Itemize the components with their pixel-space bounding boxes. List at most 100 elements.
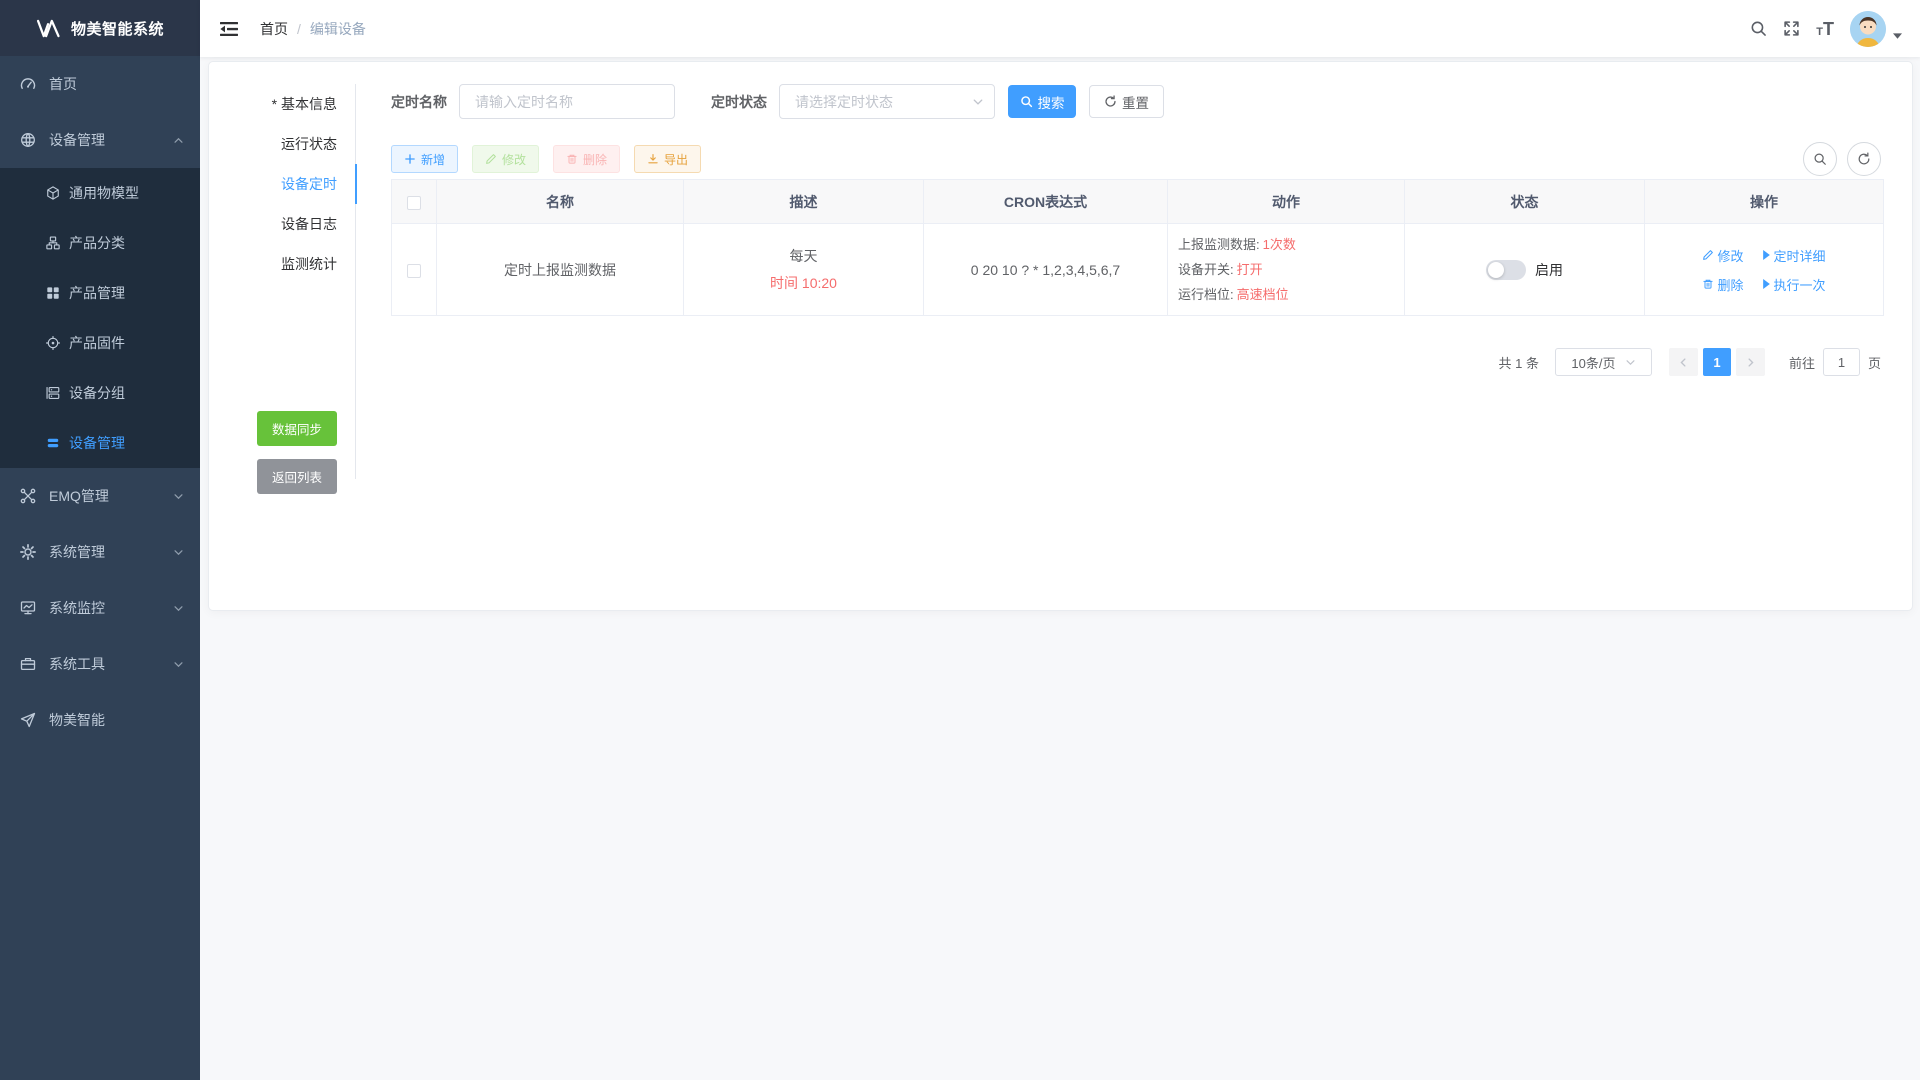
row-timer-detail-link[interactable]: 定时详细 xyxy=(1762,246,1826,265)
edit-pencil-icon xyxy=(485,153,497,165)
edit-pencil-icon xyxy=(1702,249,1714,261)
row-edit-link[interactable]: 修改 xyxy=(1702,246,1743,265)
refresh-icon xyxy=(1857,152,1871,166)
fullscreen-icon[interactable] xyxy=(1783,20,1800,37)
breadcrumb-home[interactable]: 首页 xyxy=(260,19,288,39)
logo-mark-icon xyxy=(36,19,61,38)
plus-icon xyxy=(404,153,416,165)
sidebar-item-wumei-smart[interactable]: 物美智能 xyxy=(0,692,200,748)
caret-right-icon xyxy=(1762,250,1771,260)
sidebar-item-label: 首页 xyxy=(49,74,77,94)
search-icon[interactable] xyxy=(1750,20,1767,37)
tab-device-log[interactable]: 设备日志 xyxy=(209,204,356,244)
select-all-cell xyxy=(392,180,437,224)
search-icon xyxy=(1020,95,1033,108)
col-ops: 操作 xyxy=(1645,180,1884,224)
user-menu[interactable] xyxy=(1850,11,1902,47)
table-header-row: 名称 描述 CRON表达式 动作 状态 操作 xyxy=(392,180,1884,224)
sidebar-item-system-monitor[interactable]: 系统监控 xyxy=(0,580,200,636)
next-page-button[interactable] xyxy=(1736,348,1765,376)
cell-name: 定时上报监测数据 xyxy=(437,224,684,316)
caret-down-icon xyxy=(1893,33,1902,40)
timer-status-select[interactable]: 请选择定时状态 xyxy=(779,84,995,119)
avatar[interactable] xyxy=(1850,11,1886,47)
chevron-right-icon xyxy=(1745,357,1756,368)
reset-button[interactable]: 重置 xyxy=(1089,85,1164,118)
sidebar-item-label: 通用物模型 xyxy=(69,183,139,203)
trash-icon xyxy=(1702,278,1714,290)
row-delete-link[interactable]: 删除 xyxy=(1702,275,1743,294)
side-buttons: 数据同步 返回列表 xyxy=(209,411,356,494)
sidebar-item-device-group[interactable]: 设备分组 xyxy=(0,368,200,418)
search-icon xyxy=(1813,152,1827,166)
tab-device-timer[interactable]: 设备定时 xyxy=(209,164,356,204)
desc-main: 每天 xyxy=(684,246,923,266)
app-logo[interactable]: 物美智能系统 xyxy=(0,0,200,56)
row-run-once-link[interactable]: 执行一次 xyxy=(1762,275,1826,294)
select-placeholder: 请选择定时状态 xyxy=(795,92,893,112)
app-title: 物美智能系统 xyxy=(71,18,164,39)
sidebar-item-device-mgmt[interactable]: 设备管理 xyxy=(0,112,200,168)
sidebar-item-system-mgmt[interactable]: 系统管理 xyxy=(0,524,200,580)
chevron-down-icon xyxy=(972,96,984,108)
sidebar-item-product-category[interactable]: 产品分类 xyxy=(0,218,200,268)
sidebar-item-emq[interactable]: EMQ管理 xyxy=(0,468,200,524)
search-button[interactable]: 搜索 xyxy=(1008,85,1076,118)
enable-toggle[interactable] xyxy=(1486,260,1526,280)
sidebar-fold-icon[interactable] xyxy=(220,21,238,37)
tab-basic-info[interactable]: * 基本信息 xyxy=(209,84,356,124)
desc-time: 时间 10:20 xyxy=(684,273,923,293)
chevron-down-icon xyxy=(173,659,184,670)
cell-status: 启用 xyxy=(1405,224,1645,316)
export-button[interactable]: 导出 xyxy=(634,145,701,173)
sidebar-item-label: EMQ管理 xyxy=(49,486,109,506)
table-tools xyxy=(1803,142,1881,176)
status-text: 启用 xyxy=(1535,260,1563,280)
page-size-select[interactable]: 10条/页 xyxy=(1555,348,1652,376)
sidebar-item-thing-model[interactable]: 通用物模型 xyxy=(0,168,200,218)
chevron-down-icon xyxy=(173,547,184,558)
filter-form: 定时名称 定时状态 请选择定时状态 搜索 重置 xyxy=(391,84,1881,119)
chevron-down-icon xyxy=(173,491,184,502)
page-number-active[interactable]: 1 xyxy=(1703,348,1731,376)
sidebar-item-label: 产品分类 xyxy=(69,233,125,253)
breadcrumb-separator: / xyxy=(297,21,301,37)
show-search-toggle-button[interactable] xyxy=(1803,142,1837,176)
send-icon xyxy=(20,712,36,728)
chevron-up-icon xyxy=(173,135,184,146)
back-to-list-button[interactable]: 返回列表 xyxy=(257,459,337,494)
chevron-down-icon xyxy=(173,603,184,614)
chevron-left-icon xyxy=(1678,357,1689,368)
data-sync-button[interactable]: 数据同步 xyxy=(257,411,337,446)
col-status: 状态 xyxy=(1405,180,1645,224)
sidebar-item-home[interactable]: 首页 xyxy=(0,56,200,112)
prev-page-button[interactable] xyxy=(1669,348,1698,376)
chevron-down-icon xyxy=(1625,357,1636,368)
tab-monitor-stats[interactable]: 监测统计 xyxy=(209,244,356,284)
sidebar-item-label: 物美智能 xyxy=(49,710,105,730)
tab-running-status[interactable]: 运行状态 xyxy=(209,124,356,164)
sidebar-item-product-firmware[interactable]: 产品固件 xyxy=(0,318,200,368)
col-action: 动作 xyxy=(1168,180,1405,224)
row-checkbox[interactable] xyxy=(407,264,421,278)
timer-table: 名称 描述 CRON表达式 动作 状态 操作 定时上报监测数据 xyxy=(391,179,1884,316)
emq-drone-icon xyxy=(20,488,36,504)
edit-button[interactable]: 修改 xyxy=(472,145,539,173)
sidebar-item-label: 产品固件 xyxy=(69,333,125,353)
toolbox-icon xyxy=(20,656,36,672)
goto-page-input[interactable] xyxy=(1823,348,1860,376)
col-name: 名称 xyxy=(437,180,684,224)
select-all-checkbox[interactable] xyxy=(407,196,421,210)
device-stack-icon xyxy=(20,132,36,148)
sidebar-item-product-mgmt[interactable]: 产品管理 xyxy=(0,268,200,318)
list-bars-icon xyxy=(46,436,60,450)
navbar-actions: TT xyxy=(1750,11,1902,47)
add-button[interactable]: 新增 xyxy=(391,145,458,173)
total-count: 共 1 条 xyxy=(1499,353,1539,372)
refresh-table-button[interactable] xyxy=(1847,142,1881,176)
sidebar-item-system-tools[interactable]: 系统工具 xyxy=(0,636,200,692)
sidebar-item-device-list-active[interactable]: 设备管理 xyxy=(0,418,200,468)
delete-button[interactable]: 删除 xyxy=(553,145,620,173)
font-size-icon[interactable]: TT xyxy=(1816,20,1834,38)
timer-name-input[interactable] xyxy=(459,84,675,119)
